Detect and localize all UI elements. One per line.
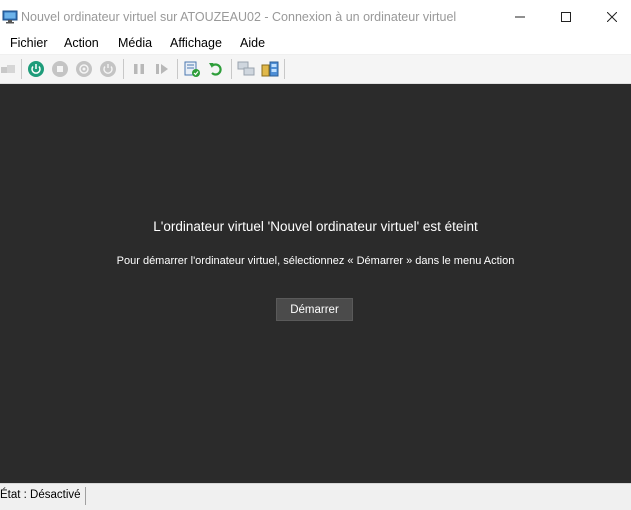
toolbar — [0, 55, 631, 84]
start-button[interactable]: Démarrer — [276, 298, 353, 321]
menu-bar: Fichier Action Média Affichage Aide — [0, 34, 631, 54]
close-icon — [607, 12, 617, 22]
vm-display-area[interactable]: L'ordinateur virtuel 'Nouvel ordinateur … — [0, 84, 631, 483]
minimize-button[interactable] — [497, 0, 543, 34]
window-title: Nouvel ordinateur virtuel sur ATOUZEAU02… — [21, 10, 457, 24]
toolbar-separator — [177, 59, 178, 79]
vm-connection-window: Nouvel ordinateur virtuel sur ATOUZEAU02… — [0, 0, 631, 510]
save-icon[interactable] — [99, 60, 117, 78]
title-bar: Nouvel ordinateur virtuel sur ATOUZEAU02… — [0, 0, 631, 34]
checkpoint-icon[interactable] — [183, 60, 201, 78]
close-button[interactable] — [589, 0, 631, 34]
menu-media[interactable]: Média — [118, 36, 152, 50]
toolbar-separator — [231, 59, 232, 79]
menu-aide[interactable]: Aide — [240, 36, 265, 50]
start-icon[interactable] — [27, 60, 45, 78]
menu-affichage[interactable]: Affichage — [170, 36, 222, 50]
toolbar-separator — [123, 59, 124, 79]
status-bar: État : Désactivé — [0, 483, 631, 510]
toolbar-separator — [284, 59, 285, 79]
vm-off-instructions: Pour démarrer l'ordinateur virtuel, séle… — [116, 255, 515, 267]
enhanced-session-icon[interactable] — [237, 60, 255, 78]
shut-down-icon[interactable] — [75, 60, 93, 78]
status-separator — [85, 487, 86, 505]
pause-icon[interactable] — [130, 60, 148, 78]
turn-off-icon[interactable] — [51, 60, 69, 78]
toolbar-separator — [21, 59, 22, 79]
maximize-button[interactable] — [543, 0, 589, 34]
minimize-icon — [515, 16, 525, 18]
status-state: État : Désactivé — [0, 489, 81, 501]
menu-fichier[interactable]: Fichier — [10, 36, 48, 50]
maximize-icon — [561, 12, 571, 22]
share-icon[interactable] — [261, 60, 279, 78]
vm-connection-monitor-icon — [2, 10, 18, 24]
resume-icon[interactable] — [153, 60, 171, 78]
vm-off-title: L'ordinateur virtuel 'Nouvel ordinateur … — [153, 219, 478, 234]
menu-action[interactable]: Action — [64, 36, 99, 50]
ctrl-alt-del-icon[interactable] — [0, 60, 18, 78]
revert-icon[interactable] — [207, 60, 225, 78]
